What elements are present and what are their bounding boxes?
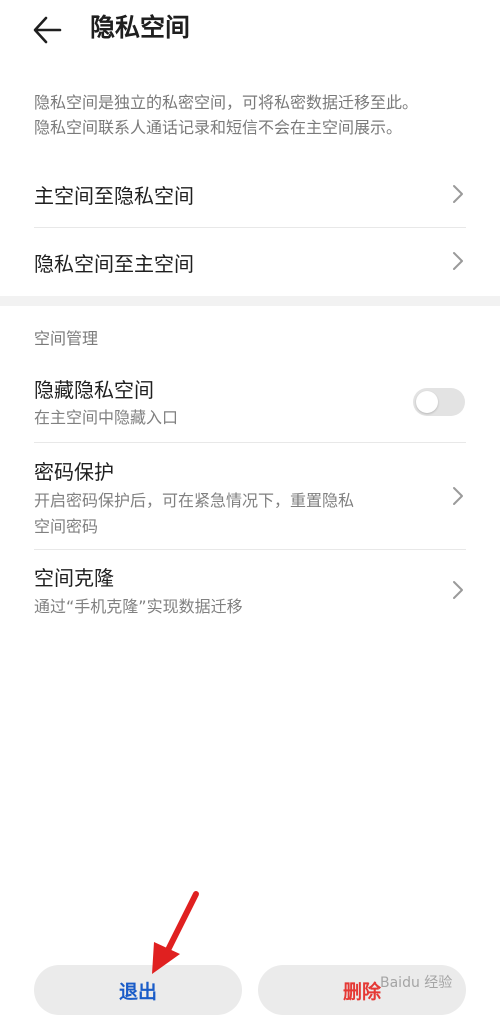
page-title: 隐私空间 (90, 13, 191, 42)
space-clone-title: 空间克隆 (34, 566, 114, 590)
annotation-arrow-icon (152, 891, 199, 974)
description-line-1: 隐私空间是独立的私密空间，可将私密数据迁移至此。 (34, 93, 419, 112)
description-line-2: 隐私空间联系人通话记录和短信不会在主空间展示。 (34, 118, 403, 137)
app-header: 隐私空间 (0, 0, 500, 64)
private-to-main-label: 隐私空间至主空间 (34, 252, 194, 276)
chevron-right-icon (453, 185, 463, 203)
hide-private-space-row[interactable]: 隐藏隐私空间 在主空间中隐藏入口 (0, 366, 500, 442)
description-text: 隐私空间是独立的私密空间，可将私密数据迁移至此。 隐私空间联系人通话记录和短信不… (34, 90, 474, 140)
chevron-right-icon (453, 487, 463, 505)
watermark: Baidu 经验 (380, 975, 453, 991)
exit-button[interactable]: 退出 (34, 965, 242, 1015)
section-title: 空间管理 (34, 329, 99, 348)
password-protection-title: 密码保护 (34, 460, 114, 484)
chevron-right-icon (453, 252, 463, 270)
arrow-left-icon[interactable] (30, 12, 70, 48)
space-clone-row[interactable]: 空间克隆 通过“手机克隆”实现数据迁移 (0, 550, 500, 630)
toggle-knob (416, 391, 438, 413)
hide-private-space-toggle[interactable] (413, 388, 465, 416)
password-protection-row[interactable]: 密码保护 开启密码保护后，可在紧急情况下，重置隐私 空间密码 (0, 443, 500, 549)
hide-private-space-subtitle: 在主空间中隐藏入口 (34, 408, 179, 427)
main-to-private-label: 主空间至隐私空间 (34, 184, 194, 208)
chevron-right-icon (453, 581, 463, 599)
password-subtitle-line-1: 开启密码保护后，可在紧急情况下，重置隐私 (34, 491, 355, 510)
space-clone-subtitle: 通过“手机克隆”实现数据迁移 (34, 597, 243, 616)
password-protection-subtitle: 开启密码保护后，可在紧急情况下，重置隐私 空间密码 (34, 488, 434, 540)
main-to-private-row[interactable]: 主空间至隐私空间 (0, 160, 500, 228)
password-subtitle-line-2: 空间密码 (34, 517, 99, 536)
private-to-main-row[interactable]: 隐私空间至主空间 (0, 228, 500, 296)
hide-private-space-title: 隐藏隐私空间 (34, 378, 154, 402)
section-separator (0, 296, 500, 306)
